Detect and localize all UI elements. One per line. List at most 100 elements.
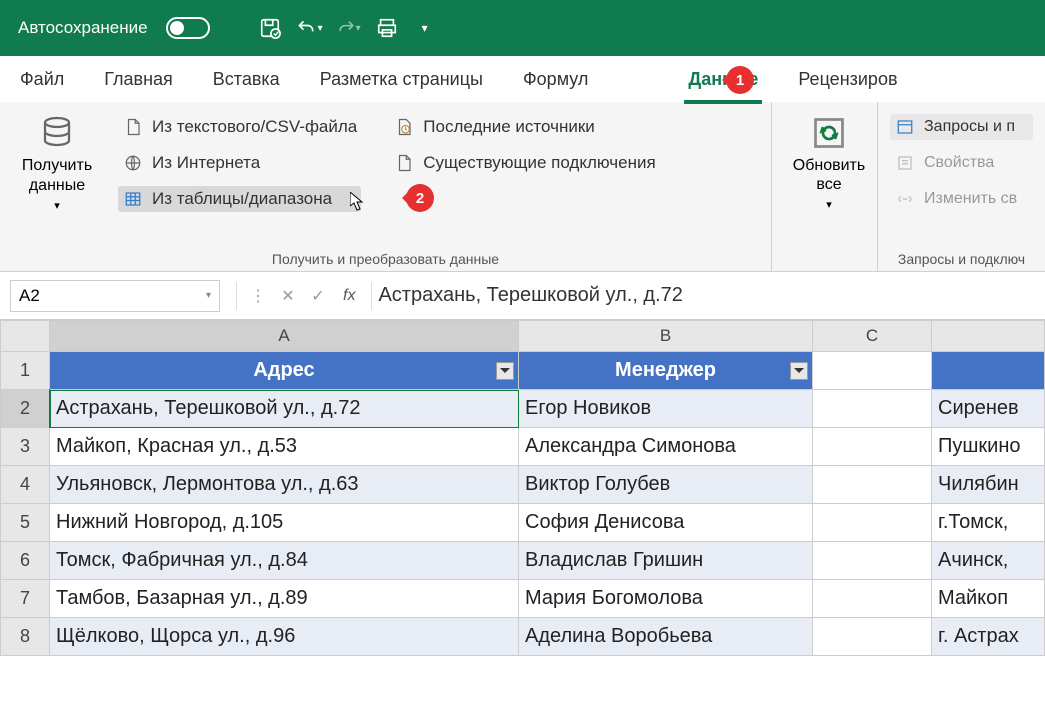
cell[interactable] [813,428,932,466]
column-header-c[interactable]: C [813,320,932,352]
queries-connections-button[interactable]: Запросы и п [890,114,1033,140]
chevron-down-icon[interactable]: ▾ [318,23,323,34]
cancel-formula-icon[interactable]: ✕ [273,280,303,312]
properties-button: Свойства [890,150,1033,176]
cell[interactable]: Егор Новиков [519,390,813,428]
from-web-button[interactable]: Из Интернета [118,150,361,176]
expand-formula-icon[interactable]: ⋮ [243,280,273,312]
cell[interactable]: Нижний Новгород, д.105 [50,504,519,542]
row-header[interactable]: 6 [0,542,50,580]
undo-button[interactable]: ▾ [296,18,323,38]
name-box[interactable]: A2 ▾ [10,280,220,312]
tab-home[interactable]: Главная [84,56,193,102]
tab-formulas[interactable]: Формул [503,56,608,102]
properties-icon [894,152,916,174]
cell[interactable] [813,352,932,390]
edit-links-icon [894,188,916,210]
cell[interactable]: Сиренев [932,390,1045,428]
filter-button[interactable] [496,362,514,380]
redo-button[interactable]: ▾ [337,16,361,40]
ribbon-tabs: Файл Главная Вставка Разметка страницы Ф… [0,56,1045,102]
table-header-extra[interactable] [932,352,1045,390]
table-header-label: Адрес [253,359,314,382]
fx-icon[interactable]: fx [343,287,355,305]
tab-review[interactable]: Рецензиров [778,56,917,102]
row-header[interactable]: 3 [0,428,50,466]
row-header[interactable]: 5 [0,504,50,542]
table-header-address[interactable]: Адрес [50,352,519,390]
cell[interactable]: Виктор Голубев [519,466,813,504]
separator [236,282,237,310]
cell[interactable]: Астрахань, Терешковой ул., д.72 [50,390,519,428]
queries-label: Запросы и п [924,118,1015,136]
cell[interactable]: Чилябин [932,466,1045,504]
cell[interactable] [813,542,932,580]
from-csv-button[interactable]: Из текстового/CSV-файла [118,114,361,140]
ribbon: Получить данные ▾ Из текстового/CSV-файл… [0,102,1045,272]
filter-button[interactable] [790,362,808,380]
existing-connections-button[interactable]: Существующие подключения [389,150,659,176]
autosave-toggle[interactable] [166,17,210,39]
database-icon [38,114,76,152]
cell[interactable]: Пушкино [932,428,1045,466]
chevron-down-icon: ▾ [54,199,60,212]
cell[interactable]: Ульяновск, Лермонтова ул., д.63 [50,466,519,504]
row-header[interactable]: 4 [0,466,50,504]
cursor-icon [350,192,366,212]
column-header-a[interactable]: A [50,320,519,352]
from-table-button[interactable]: Из таблицы/диапазона 2 [118,186,361,212]
cell[interactable]: Томск, Фабричная ул., д.84 [50,542,519,580]
edit-links-button: Изменить св [890,186,1033,212]
cell[interactable]: г.Томск, [932,504,1045,542]
customize-qat-icon[interactable]: ▾ [413,16,437,40]
print-icon[interactable] [375,16,399,40]
existing-connections-label: Существующие подключения [423,153,655,173]
chevron-down-icon: ▾ [356,23,361,34]
row-header[interactable]: 8 [0,618,50,656]
autosave-label: Автосохранение [18,18,148,38]
row-header[interactable]: 7 [0,580,50,618]
recent-sources-button[interactable]: Последние источники [389,114,659,140]
tab-file[interactable]: Файл [0,56,84,102]
ribbon-group-refresh: Обновить все ▾ [772,102,878,271]
table-icon [122,188,144,210]
cell[interactable] [813,466,932,504]
get-data-button[interactable]: Получить данные ▾ [12,110,102,216]
cell[interactable]: Владислав Гришин [519,542,813,580]
row-header[interactable]: 1 [0,352,50,390]
cell[interactable]: г. Астрах [932,618,1045,656]
clock-file-icon [393,116,415,138]
cell[interactable] [813,504,932,542]
edit-links-label: Изменить св [924,190,1017,208]
cell[interactable] [813,618,932,656]
cell[interactable]: Ачинск, [932,542,1045,580]
accept-formula-icon[interactable]: ✓ [303,280,333,312]
column-header-d[interactable] [932,320,1045,352]
row-header[interactable]: 2 [0,390,50,428]
recent-sources-label: Последние источники [423,117,595,137]
save-icon[interactable] [258,16,282,40]
cell[interactable]: Майкоп [932,580,1045,618]
refresh-all-button[interactable]: Обновить все ▾ [784,110,874,215]
chevron-down-icon[interactable]: ▾ [206,290,211,301]
select-all-corner[interactable] [0,320,50,352]
properties-label: Свойства [924,154,994,172]
cell[interactable]: Александра Симонова [519,428,813,466]
table-header-manager[interactable]: Менеджер [519,352,813,390]
file-csv-icon [122,116,144,138]
tab-insert[interactable]: Вставка [193,56,300,102]
cell[interactable]: Майкоп, Красная ул., д.53 [50,428,519,466]
cell[interactable]: София Денисова [519,504,813,542]
formula-bar: A2 ▾ ⋮ ✕ ✓ fx Астрахань, Терешковой ул.,… [0,272,1045,320]
column-header-b[interactable]: B [519,320,813,352]
cell[interactable]: Щёлково, Щорса ул., д.96 [50,618,519,656]
tab-pagelayout[interactable]: Разметка страницы [300,56,503,102]
cell[interactable] [813,390,932,428]
formula-value[interactable]: Астрахань, Терешковой ул., д.72 [378,284,682,307]
cell[interactable]: Тамбов, Базарная ул., д.89 [50,580,519,618]
callout-badge-2: 2 [406,184,434,212]
cell[interactable]: Мария Богомолова [519,580,813,618]
cell[interactable]: Аделина Воробьева [519,618,813,656]
cell[interactable] [813,580,932,618]
titlebar: Автосохранение ▾ ▾ ▾ [0,0,1045,56]
